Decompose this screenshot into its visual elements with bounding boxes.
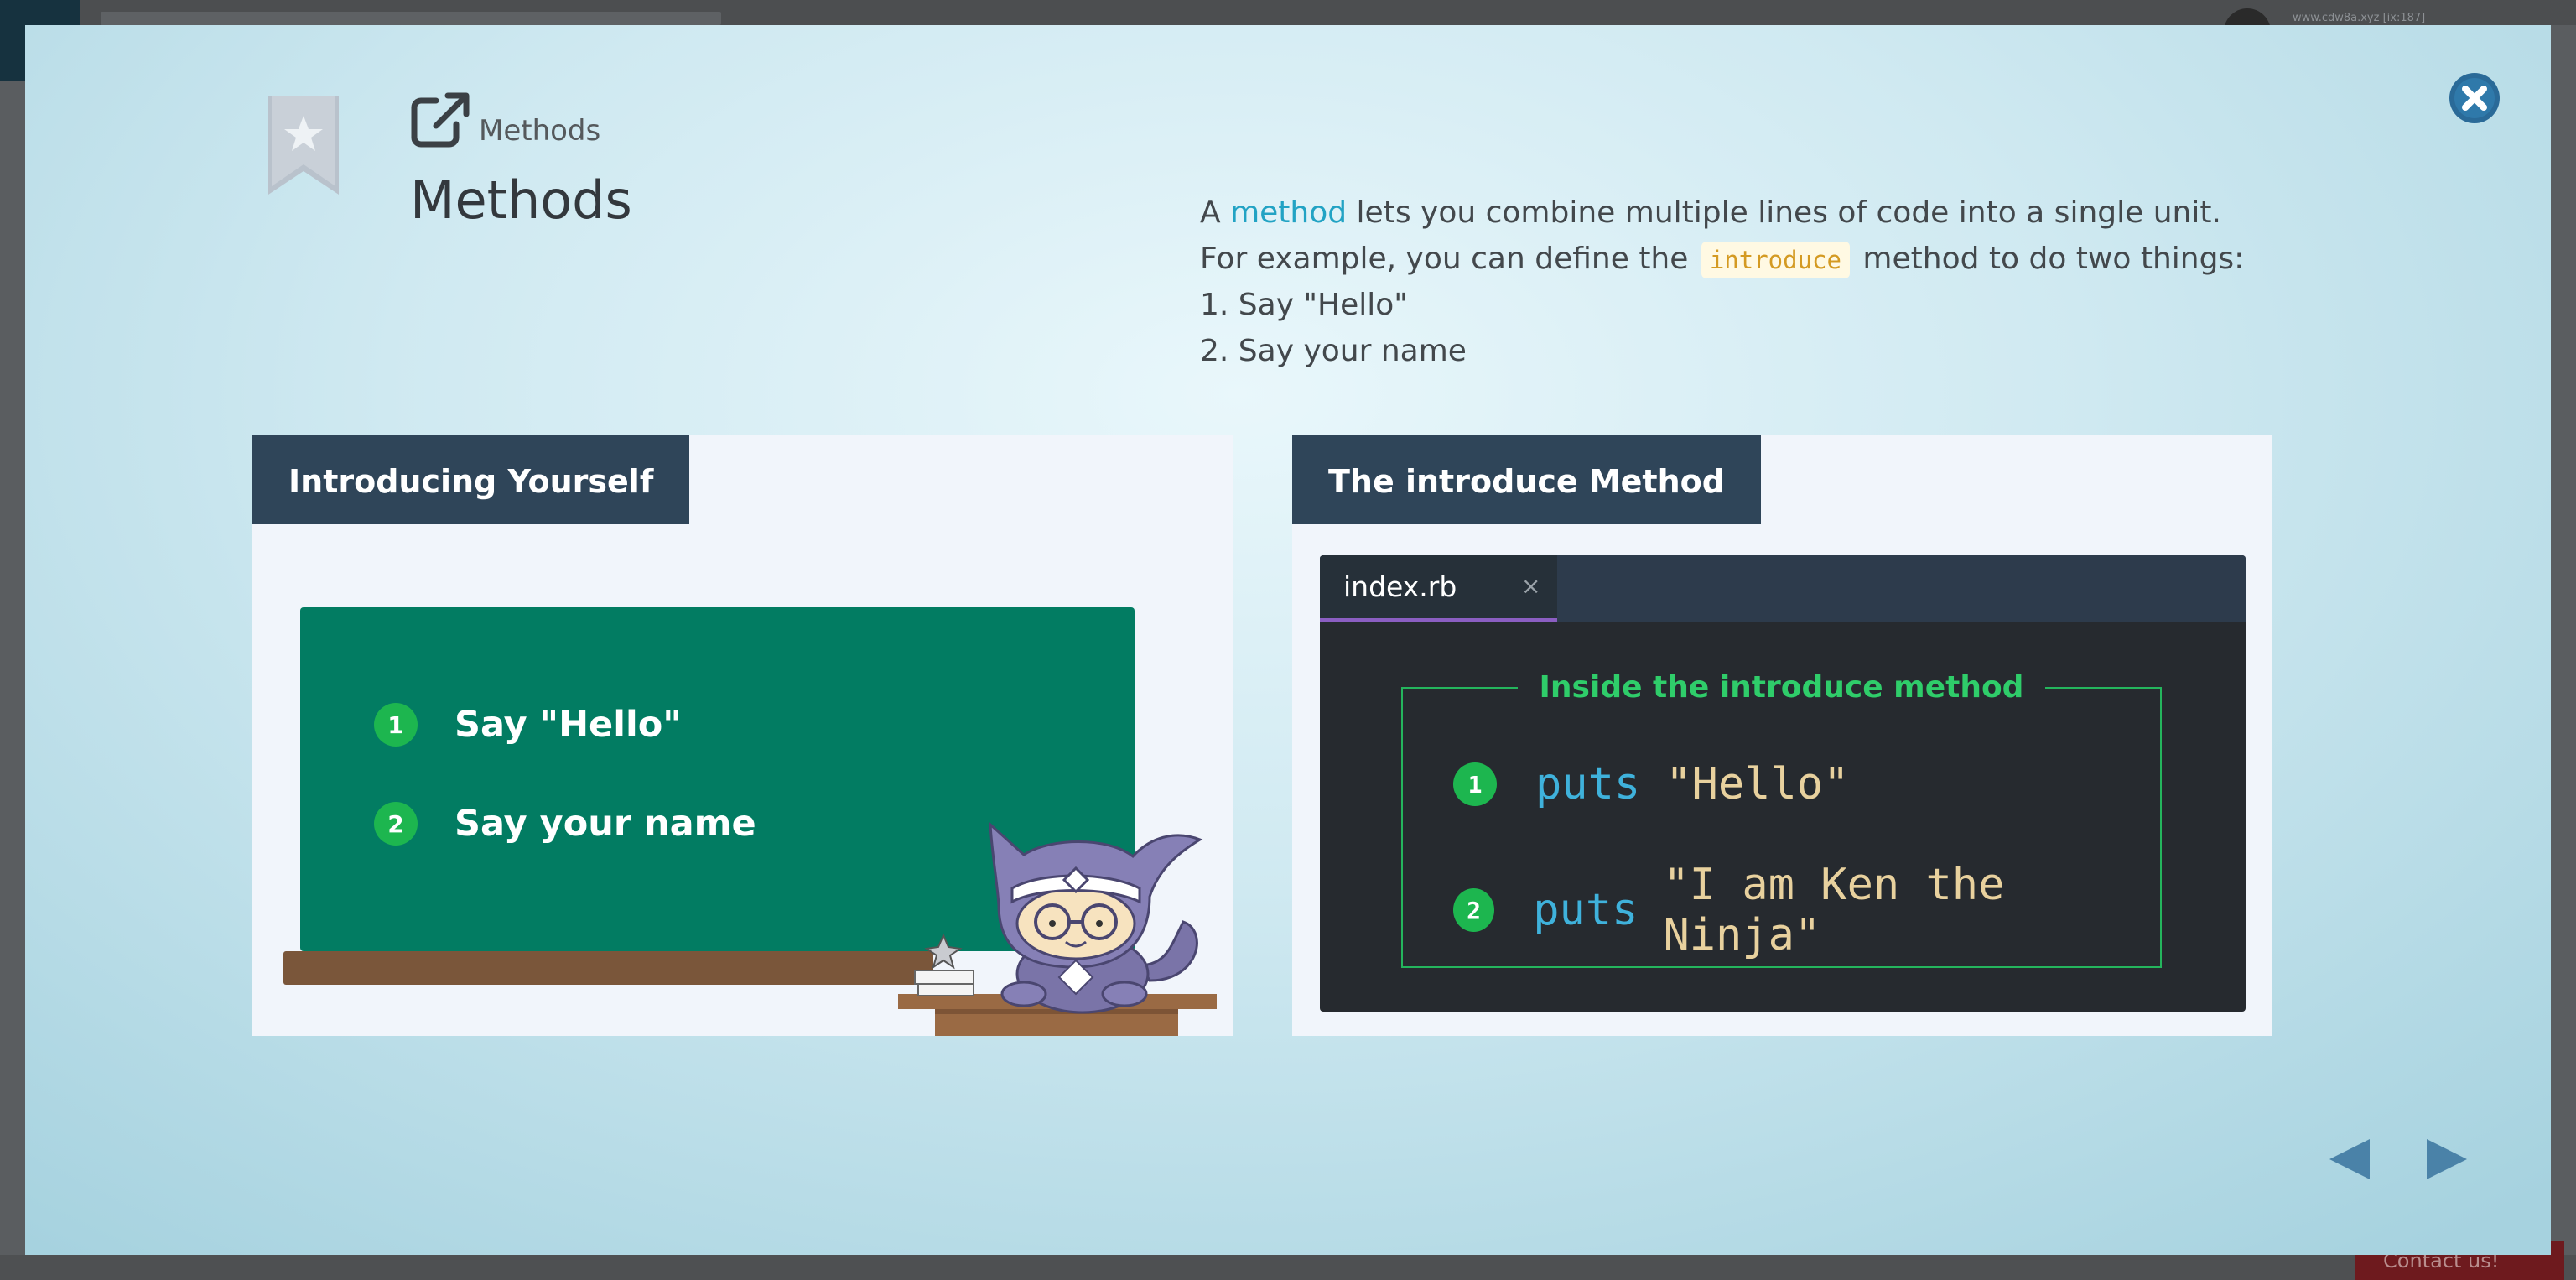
description-text: lets you combine multiple lines of code … [1347,195,2221,230]
next-arrow-icon[interactable] [2423,1132,2474,1186]
introduce-method-panel: The introduce Method index.rb × Inside t… [1292,435,2272,1036]
method-term-link[interactable]: method [1230,195,1347,230]
background-bottom-bar [0,1255,2576,1280]
method-description: A method lets you combine multiple lines… [1200,190,2290,374]
panel-heading: Introducing Yourself [252,435,690,524]
board-item-text: Say your name [454,803,756,845]
code-line: 1 puts "Hello" [1453,759,1849,809]
step-number-badge: 1 [1453,762,1497,806]
description-line-1: A method lets you combine multiple lines… [1200,190,2290,236]
code-editor: index.rb × Inside the introduce method 1… [1320,555,2246,1012]
introducing-yourself-panel: Introducing Yourself 1 Say "Hello" 2 Say… [252,435,1233,1036]
prev-arrow-icon[interactable] [2323,1132,2373,1186]
code-string: "Hello" [1665,759,1850,809]
method-body-frame: Inside the introduce method 1 puts "Hell… [1401,670,2162,968]
code-keyword: puts [1535,759,1641,809]
step-number-badge: 2 [374,802,418,846]
page-title: Methods [410,169,632,231]
file-tab-label: index.rb [1343,570,1457,603]
panel-heading: The introduce Method [1292,435,1761,524]
background-search-bar [101,12,721,25]
tab-close-icon[interactable]: × [1521,572,1540,600]
code-keyword: puts [1533,885,1639,935]
breadcrumb: Methods [479,114,601,148]
description-text: method to do two things: [1852,242,2245,276]
chalkboard-ledge [283,951,933,985]
description-line-2: For example, you can define the introduc… [1200,236,2290,282]
ninja-mascot [898,821,1217,1036]
description-step-2: 2. Say your name [1200,334,1467,368]
inline-code: introduce [1701,242,1850,278]
board-item: 1 Say "Hello" [374,700,682,750]
description-step-1: 1. Say "Hello" [1200,288,1408,322]
frame-title-text: Inside the introduce method [1517,670,2046,705]
code-line: 2 puts "I am Ken the Ninja" [1453,860,2160,960]
close-icon[interactable] [2449,72,2501,124]
step-number-badge: 2 [1453,888,1495,932]
board-item-text: Say "Hello" [454,704,682,746]
description-text: A [1200,195,1231,230]
code-string: "I am Ken the Ninja" [1663,860,2005,960]
board-item: 2 Say your name [374,799,756,849]
bookmark-star-icon[interactable] [268,96,339,195]
step-number-badge: 1 [374,703,418,747]
external-link-icon[interactable] [411,92,471,148]
file-tab[interactable]: index.rb × [1320,555,1557,622]
description-text: For example, you can define the [1200,242,1698,276]
background-url-text: www.cdw8a.xyz [ix:187] [2293,12,2426,24]
frame-title: Inside the introduce method [1403,670,2160,705]
